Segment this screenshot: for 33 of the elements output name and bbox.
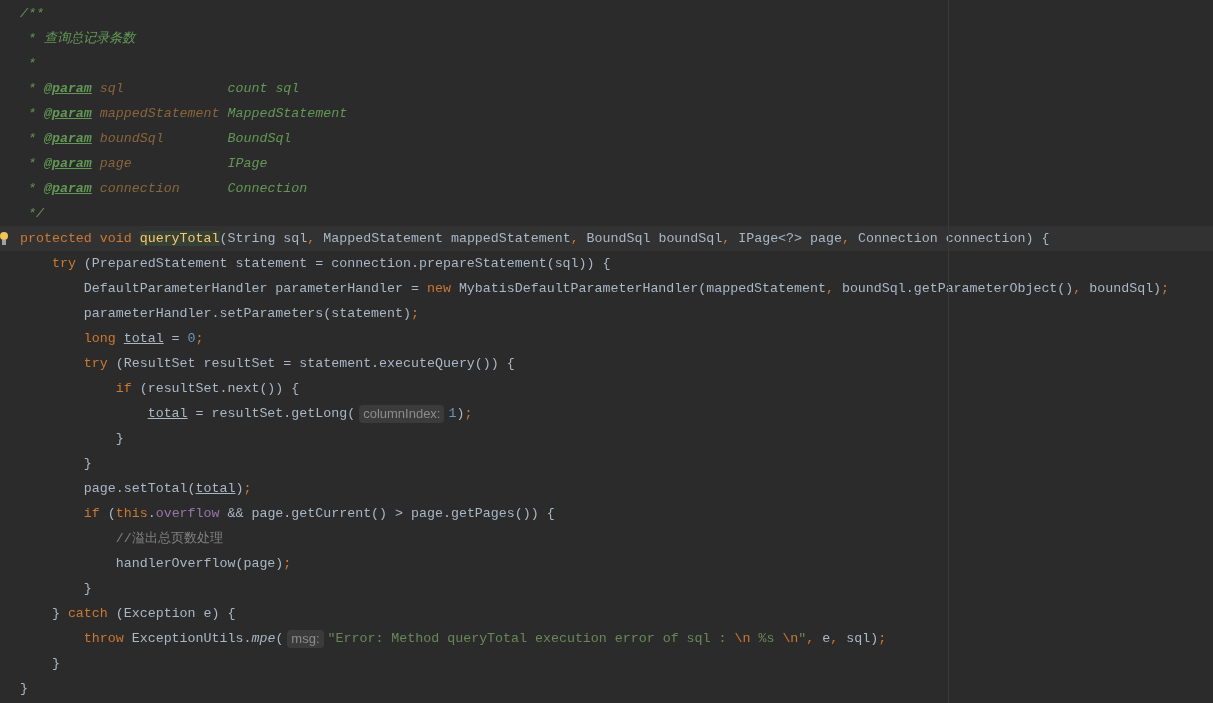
code-text: } xyxy=(20,679,28,698)
code-text: 1); xyxy=(448,404,473,423)
code-text: */ xyxy=(26,204,44,223)
code-text: long total = 0; xyxy=(82,329,204,348)
code-text: parameterHandler.setParameters(statement); xyxy=(82,304,419,323)
code-text: if (resultSet.next()) { xyxy=(114,379,300,398)
code-text: } xyxy=(82,454,92,473)
code-text: if (this.overflow && page.getCurrent() > page.getPages()) { xyxy=(82,504,555,523)
code-text: protected void queryTotal(String sql, MappedStatement mappedStatement, BoundSql boundSql, IPage<?> page, Connection connection) { xyxy=(20,229,1050,248)
code-text: DefaultParameterHandler parameterHandler = new MybatisDefaultParameterHandler(mappedStatement, boundSql.getParameterObject(), boundSql); xyxy=(82,279,1170,298)
code-text: try (PreparedStatement statement = connection.prepareStatement(sql)) { xyxy=(50,254,611,273)
code-text: page.setTotal(total); xyxy=(82,479,252,498)
code-text: } catch (Exception e) { xyxy=(50,604,236,623)
code-text: } xyxy=(50,654,60,673)
lightbulb-icon[interactable] xyxy=(0,230,9,247)
parameter-hint: msg: xyxy=(287,629,324,648)
code-text: } xyxy=(82,579,92,598)
parameter-hint: columnIndex: xyxy=(359,404,445,423)
code-text: * @param boundSql BoundSql xyxy=(26,129,292,148)
code-text: handlerOverflow(page); xyxy=(114,554,292,573)
code-text: } xyxy=(114,429,124,448)
code-text: * xyxy=(26,54,36,73)
code-text: * 查询总记录条数 xyxy=(26,29,135,48)
code-text: "Error: Method queryTotal execution error of sql : \n %s \n", e, sql); xyxy=(327,629,887,648)
code-text: * @param mappedStatement MappedStatement xyxy=(26,104,348,123)
code-text: * @param connection Connection xyxy=(26,179,308,198)
code-text: throw ExceptionUtils.mpe( xyxy=(82,629,284,648)
code-text: * @param sql count sql xyxy=(26,79,300,98)
code-text: * @param page IPage xyxy=(26,154,268,173)
code-text: try (ResultSet resultSet = statement.executeQuery()) { xyxy=(82,354,515,373)
code-text: total = resultSet.getLong( xyxy=(146,404,356,423)
code-text: //溢出总页数处理 xyxy=(114,529,223,548)
code-text: /** xyxy=(20,4,44,23)
